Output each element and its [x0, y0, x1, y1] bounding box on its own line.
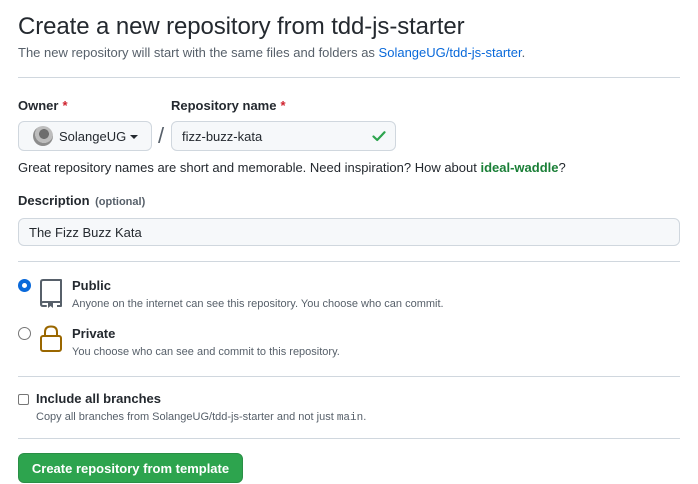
repository-name-input[interactable] — [182, 128, 371, 144]
page-subtitle: The new repository will start with the s… — [18, 44, 680, 62]
create-repo-form: Create a new repository from tdd-js-star… — [18, 12, 680, 483]
repository-name-hint: Great repository names are short and mem… — [18, 160, 566, 175]
divider — [18, 261, 680, 262]
owner-repo-labels: Owner * Repository name * — [18, 96, 680, 116]
divider — [18, 438, 680, 439]
owner-label: Owner * — [18, 98, 68, 113]
required-mark: * — [62, 98, 68, 113]
repository-name-label: Repository name * — [171, 98, 286, 113]
submit-row: Create repository from template — [18, 453, 680, 483]
repository-name-field — [171, 121, 396, 151]
template-repo-link[interactable]: SolangeUG/tdd-js-starter — [379, 45, 522, 60]
chevron-down-icon — [130, 134, 139, 139]
include-branches-description: Copy all branches from SolangeUG/tdd-js-… — [36, 411, 367, 424]
public-title: Public — [72, 278, 112, 293]
private-radio[interactable] — [18, 327, 31, 340]
owner-select-button[interactable]: SolangeUG — [18, 121, 152, 151]
include-branches-option[interactable]: Include all branches Copy all branches f… — [18, 391, 680, 427]
divider — [18, 376, 680, 377]
required-mark: * — [280, 98, 286, 113]
subtitle-suffix: . — [521, 45, 526, 60]
check-icon — [372, 131, 386, 142]
repo-icon — [40, 279, 62, 308]
visibility-option-public[interactable]: Public Anyone on the internet can see th… — [18, 276, 680, 320]
include-branches-label: Include all branches — [36, 391, 161, 406]
private-description: You choose who can see and commit to thi… — [72, 346, 340, 358]
visibility-option-private[interactable]: Private You choose who can see and commi… — [18, 324, 680, 368]
divider — [18, 77, 680, 78]
owner-name: SolangeUG — [59, 128, 127, 144]
branch-name-code: main — [336, 412, 364, 424]
create-repository-button[interactable]: Create repository from template — [18, 453, 243, 483]
include-branches-checkbox[interactable] — [18, 394, 29, 405]
private-title: Private — [72, 326, 116, 341]
public-radio[interactable] — [18, 279, 31, 292]
public-description: Anyone on the internet can see this repo… — [72, 298, 444, 310]
owner-avatar — [33, 126, 53, 146]
optional-tag: (optional) — [95, 196, 146, 208]
page-title: Create a new repository from tdd-js-star… — [18, 13, 465, 40]
description-input[interactable] — [18, 218, 680, 246]
lock-icon — [40, 325, 62, 352]
owner-repo-inputs: SolangeUG / — [18, 121, 680, 151]
owner-repo-separator: / — [158, 123, 165, 148]
subtitle-text: The new repository will start with the s… — [18, 45, 379, 60]
suggested-name-link[interactable]: ideal-waddle — [480, 160, 558, 175]
description-label: Description (optional) — [18, 193, 146, 208]
